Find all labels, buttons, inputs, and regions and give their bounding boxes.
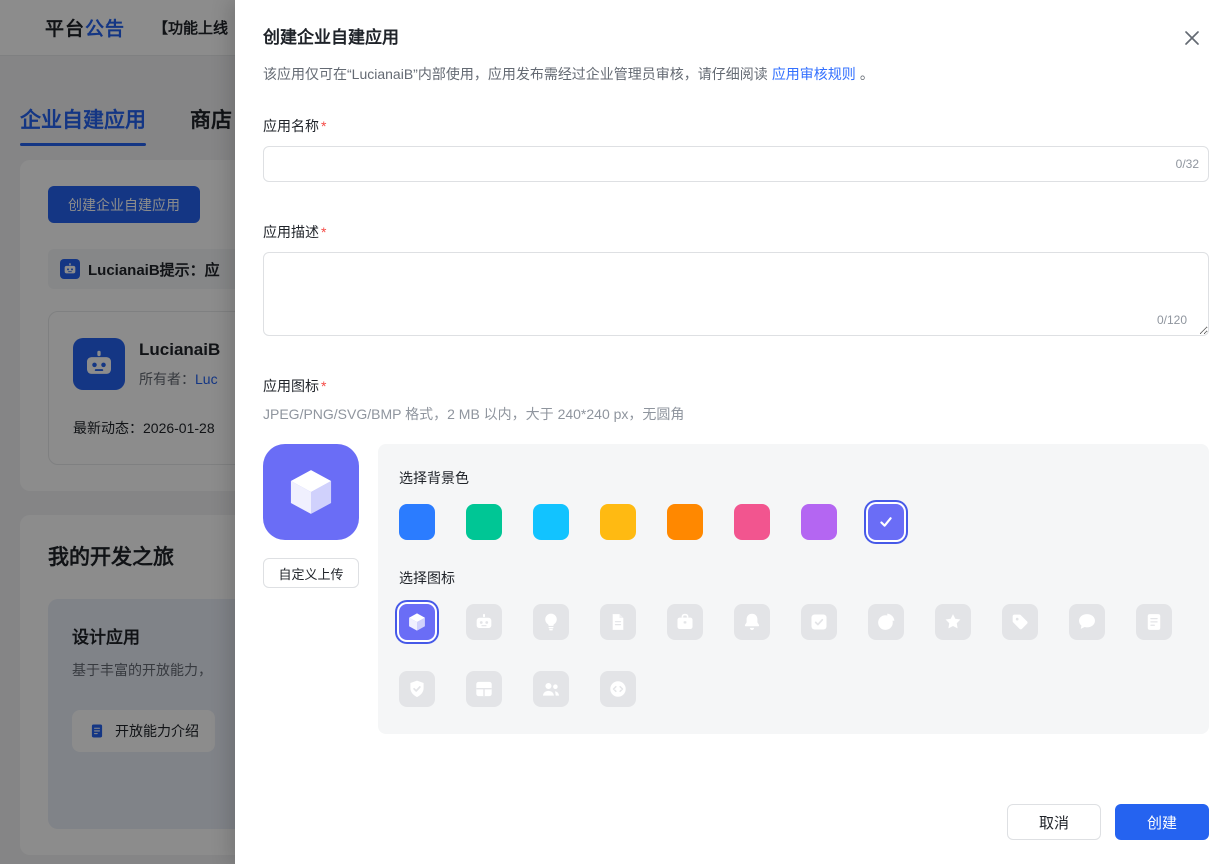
- check-icon: [876, 512, 896, 532]
- icon-picker-panel: 选择背景色 选择图标: [378, 444, 1209, 734]
- pie-chart-icon-tile[interactable]: [868, 604, 904, 640]
- icon-format-hint: JPEG/PNG/SVG/BMP 格式，2 MB 以内，大于 240*240 p…: [263, 406, 685, 422]
- document-icon-tile[interactable]: [600, 604, 636, 640]
- task-icon-tile[interactable]: [801, 604, 837, 640]
- app-icon-preview: [263, 444, 359, 540]
- app-icon-label-text: 应用图标: [263, 378, 319, 394]
- shield-check-icon-tile[interactable]: [399, 671, 435, 707]
- cancel-button[interactable]: 取消: [1007, 804, 1101, 840]
- required-asterisk: *: [321, 224, 327, 240]
- color-swatch-6[interactable]: [734, 504, 770, 540]
- app-name-input[interactable]: [263, 146, 1209, 182]
- color-swatch-1[interactable]: [399, 504, 435, 540]
- tag-icon-tile[interactable]: [1002, 604, 1038, 640]
- create-button[interactable]: 创建: [1115, 804, 1209, 840]
- color-swatch-7[interactable]: [801, 504, 837, 540]
- app-icon-label: 应用图标 *: [263, 376, 1209, 396]
- lightbulb-icon-tile[interactable]: [533, 604, 569, 640]
- chat-icon-tile[interactable]: [1069, 604, 1105, 640]
- icon-config-row: 自定义上传 选择背景色 选择图标: [263, 444, 1209, 734]
- people-icon-tile[interactable]: [533, 671, 569, 707]
- cube-icon-tile-selected[interactable]: [399, 604, 435, 640]
- bg-color-label: 选择背景色: [399, 470, 469, 486]
- robot-icon-tile[interactable]: [466, 604, 502, 640]
- color-swatch-3[interactable]: [533, 504, 569, 540]
- app-root: 平台公告 【功能上线 企业自建应用 商店 创建企业自建应用 LucianaiB提…: [0, 0, 1230, 864]
- icon-preview-column: 自定义上传: [263, 444, 359, 588]
- color-swatch-8-selected[interactable]: [868, 504, 904, 540]
- app-desc-label: 应用描述 *: [263, 222, 1209, 242]
- create-app-modal: 创建企业自建应用 该应用仅可在“LucianaiB”内部使用，应用发布需经过企业…: [235, 0, 1230, 864]
- icon-grid: [399, 604, 1173, 707]
- close-icon[interactable]: [1180, 26, 1204, 50]
- modal-subtitle: 该应用仅可在“LucianaiB”内部使用，应用发布需经过企业管理员审核，请仔细…: [263, 64, 1209, 84]
- required-asterisk: *: [321, 378, 327, 394]
- review-rules-link[interactable]: 应用审核规则: [772, 66, 856, 82]
- app-desc-field: 0/120: [263, 252, 1209, 336]
- required-asterisk: *: [321, 118, 327, 134]
- star-icon-tile[interactable]: [935, 604, 971, 640]
- icon-select-label: 选择图标: [399, 570, 455, 586]
- code-icon-tile[interactable]: [600, 671, 636, 707]
- color-swatch-row: [399, 504, 1188, 540]
- color-swatch-4[interactable]: [600, 504, 636, 540]
- custom-upload-button[interactable]: 自定义上传: [263, 558, 359, 588]
- app-name-field: 0/32: [263, 146, 1209, 182]
- modal-footer: 取消 创建: [1007, 804, 1209, 840]
- briefcase-icon-tile[interactable]: [667, 604, 703, 640]
- app-name-label-text: 应用名称: [263, 118, 319, 134]
- subtitle-text: 该应用仅可在“LucianaiB”内部使用，应用发布需经过企业管理员审核，请仔细…: [263, 66, 768, 82]
- color-swatch-5[interactable]: [667, 504, 703, 540]
- subtitle-suffix: 。: [859, 66, 874, 82]
- modal-title: 创建企业自建应用: [263, 28, 399, 47]
- color-swatch-2[interactable]: [466, 504, 502, 540]
- bell-icon-tile[interactable]: [734, 604, 770, 640]
- app-desc-label-text: 应用描述: [263, 224, 319, 240]
- file-text-icon-tile[interactable]: [1136, 604, 1172, 640]
- app-desc-textarea[interactable]: [263, 252, 1209, 336]
- app-name-label: 应用名称 *: [263, 116, 1209, 136]
- layout-icon-tile[interactable]: [466, 671, 502, 707]
